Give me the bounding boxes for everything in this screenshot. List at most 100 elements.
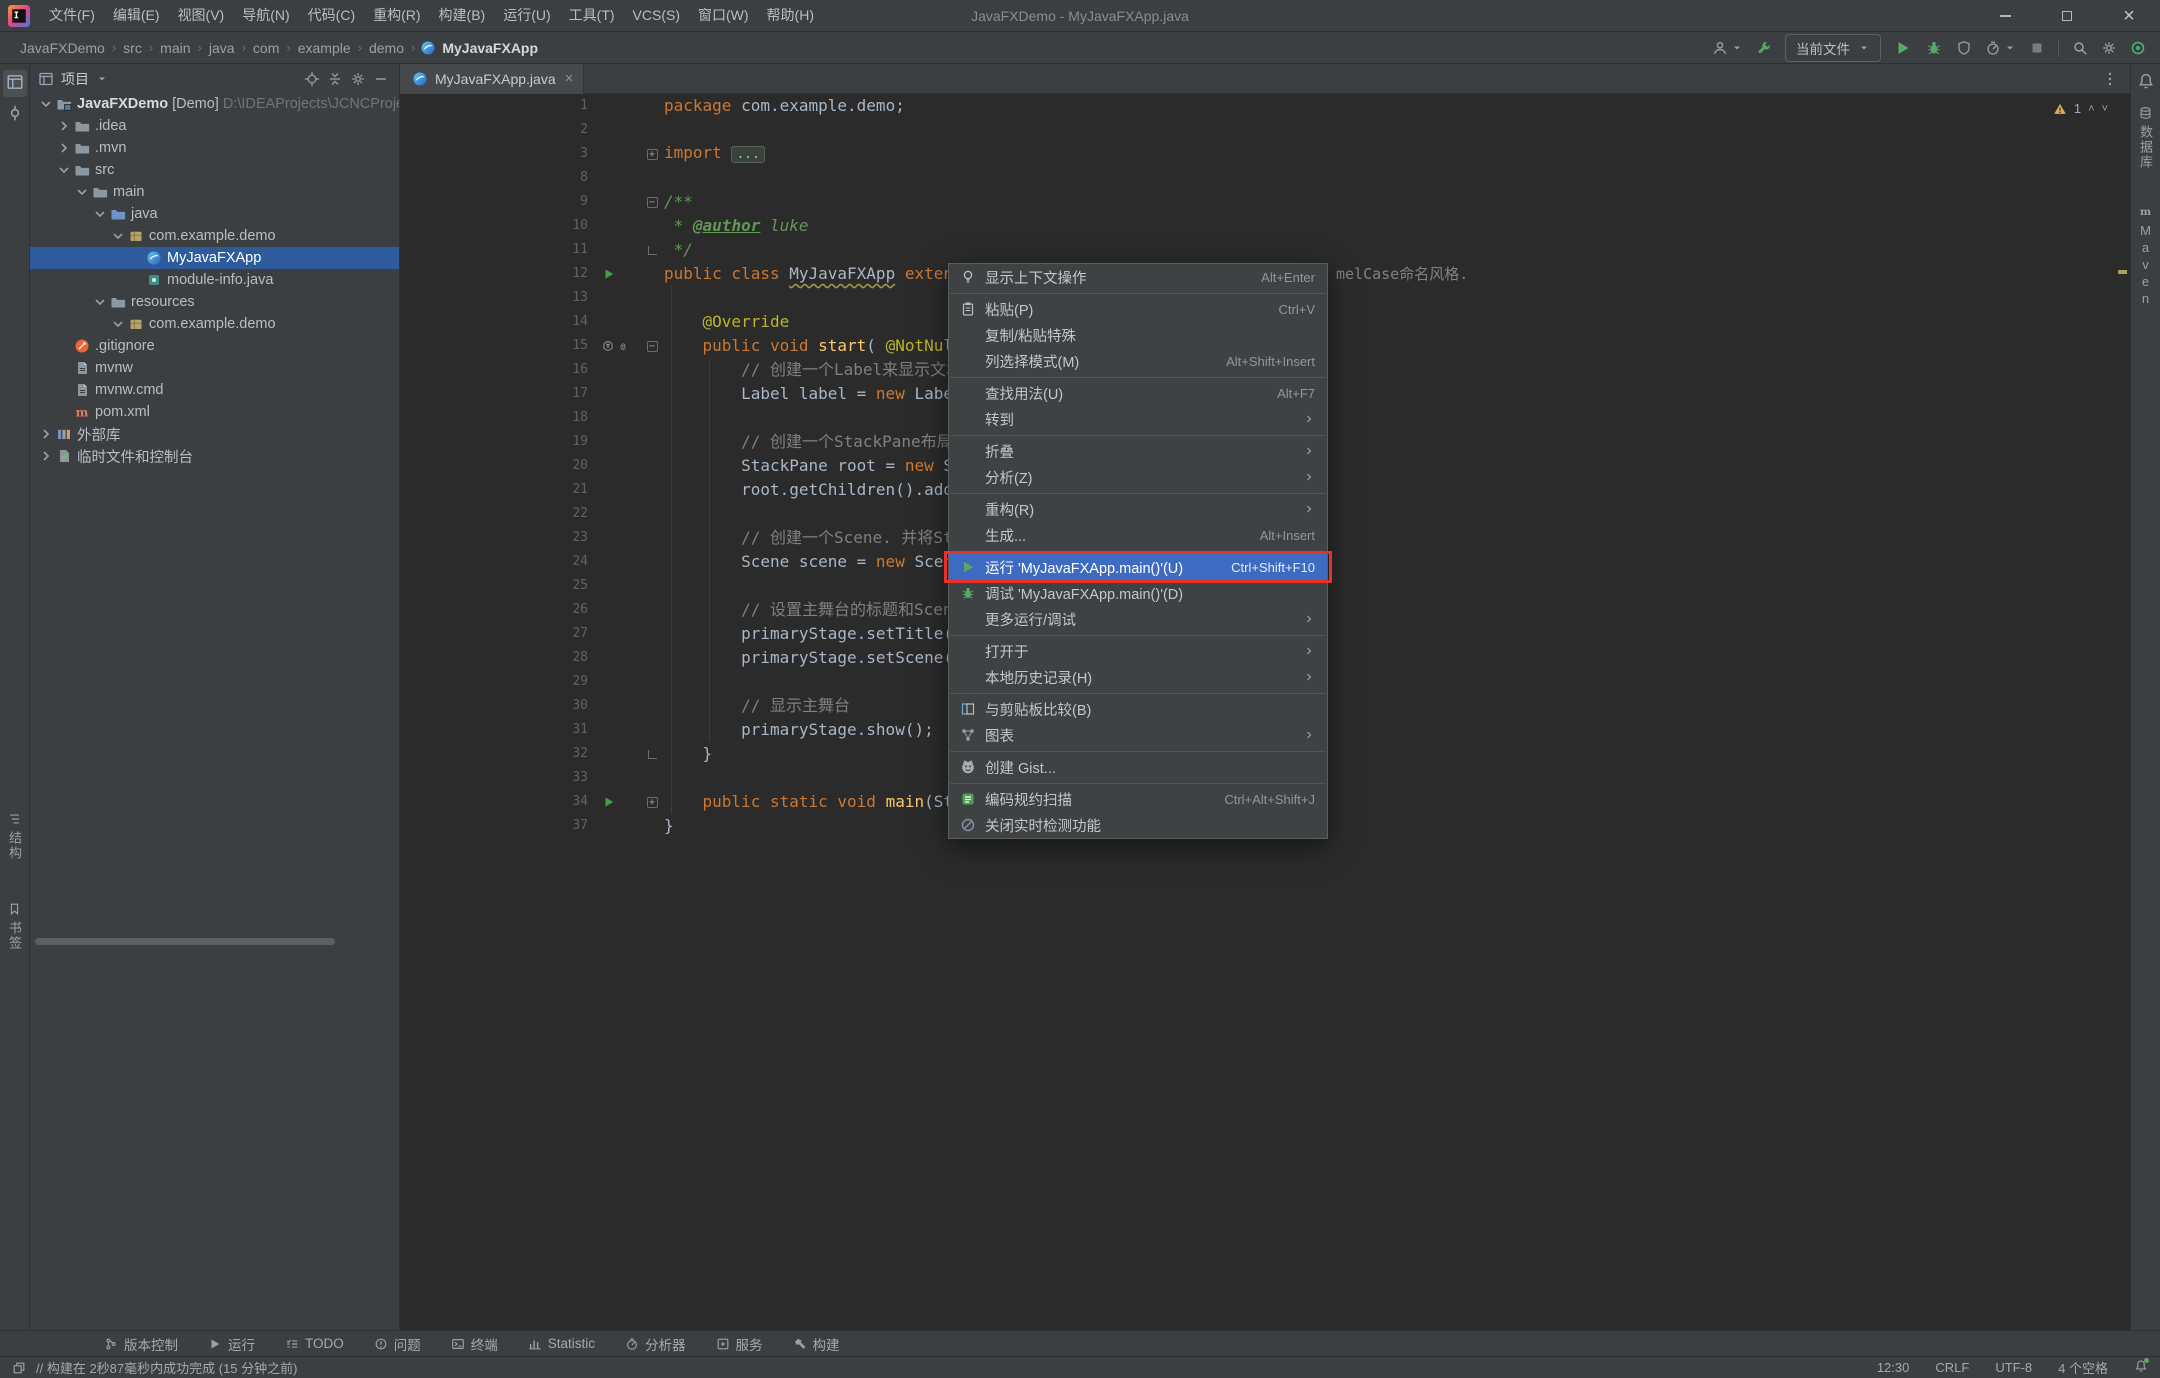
settings-button[interactable] (2101, 40, 2117, 56)
profiler-button[interactable] (1985, 40, 2016, 56)
fold-end-icon[interactable] (648, 750, 657, 759)
tree-row[interactable]: mvnw.cmd (30, 379, 399, 401)
toolwindow-button[interactable]: TODO (285, 1336, 344, 1351)
chevron-down-icon[interactable] (92, 206, 108, 222)
context-menu-item[interactable]: 运行 'MyJavaFXApp.main()'(U)Ctrl+Shift+F10 (949, 554, 1327, 580)
commit-stripe-button[interactable] (6, 104, 24, 125)
chevron-down-icon[interactable] (92, 294, 108, 310)
tree-row[interactable]: .gitignore (30, 335, 399, 357)
wrench-toolbar-button[interactable] (1756, 40, 1772, 56)
breadcrumb-current-file[interactable]: MyJavaFXApp (420, 40, 538, 56)
status-widget[interactable]: 4 个空格 (2058, 1358, 2108, 1377)
caret-down-icon[interactable] (96, 73, 108, 85)
debug-button[interactable] (1925, 39, 1943, 57)
context-menu-item[interactable]: 粘贴(P)Ctrl+V (949, 296, 1327, 322)
tree-row[interactable]: com.example.demo (30, 225, 399, 247)
prev-problem-icon[interactable]: ˄ (2088, 97, 2094, 121)
user-dropdown[interactable] (1712, 40, 1743, 56)
fold-marker-icon[interactable]: − (647, 341, 658, 352)
menubar-item[interactable]: 工具(T) (560, 0, 624, 31)
chevron-right-icon[interactable] (56, 118, 72, 134)
notifications-bell-icon[interactable] (2134, 1359, 2148, 1376)
menubar-item[interactable]: 导航(N) (233, 0, 298, 31)
tree-row[interactable]: main (30, 181, 399, 203)
context-menu-item[interactable]: 编码规约扫描Ctrl+Alt+Shift+J (949, 786, 1327, 812)
run-gutter-icon[interactable] (602, 267, 616, 281)
context-menu-item[interactable]: 分析(Z) (949, 464, 1327, 490)
chevron-right-icon[interactable] (38, 448, 54, 464)
search-everywhere-button[interactable] (2072, 40, 2088, 56)
context-menu-item[interactable]: 关闭实时检测功能 (949, 812, 1327, 838)
context-menu-item[interactable]: 与剪贴板比较(B) (949, 696, 1327, 722)
stripe-button-Maven[interactable]: mMaven (2138, 204, 2153, 308)
coverage-button[interactable] (1956, 40, 1972, 56)
breadcrumb-item[interactable]: main (158, 40, 192, 56)
tree-row[interactable]: .mvn (30, 137, 399, 159)
stripe-button-结构[interactable]: 结构 (5, 812, 24, 861)
context-menu-item[interactable]: 重构(R) (949, 496, 1327, 522)
editor-options-kebab[interactable] (2102, 71, 2118, 87)
chevron-right-icon[interactable] (56, 140, 72, 156)
status-widget[interactable]: UTF-8 (1995, 1360, 2032, 1375)
menubar-item[interactable]: 帮助(H) (758, 0, 823, 31)
code-with-me-button[interactable] (2130, 40, 2146, 56)
locate-file-button[interactable] (304, 71, 320, 87)
context-menu-item[interactable]: 图表 (949, 722, 1327, 748)
chevron-down-icon[interactable] (110, 316, 126, 332)
menubar-item[interactable]: 代码(C) (299, 0, 364, 31)
context-menu-item[interactable]: 复制/粘贴特殊 (949, 322, 1327, 348)
context-menu-item[interactable]: 生成...Alt+Insert (949, 522, 1327, 548)
tree-row[interactable]: com.example.demo (30, 313, 399, 335)
toolwindow-button[interactable]: 运行 (208, 1334, 255, 1354)
run-button[interactable] (1894, 39, 1912, 57)
tree-row[interactable]: module-info.java (30, 269, 399, 291)
breadcrumb-item[interactable]: java (207, 40, 237, 56)
override-marker-icon[interactable] (602, 340, 614, 352)
chevron-down-icon[interactable] (56, 162, 72, 178)
menubar-item[interactable]: 运行(U) (494, 0, 559, 31)
fold-marker-icon[interactable]: + (647, 797, 658, 808)
stop-button[interactable] (2029, 40, 2045, 56)
context-menu-item[interactable]: 折叠 (949, 438, 1327, 464)
tree-row[interactable]: src (30, 159, 399, 181)
toolwindow-button[interactable]: 分析器 (625, 1334, 686, 1354)
breadcrumb-item[interactable]: demo (367, 40, 406, 56)
hide-panel-button[interactable] (373, 71, 389, 87)
tree-row[interactable]: mvnw (30, 357, 399, 379)
toolwindow-button[interactable]: 版本控制 (104, 1334, 178, 1354)
tree-row[interactable]: .idea (30, 115, 399, 137)
menubar-item[interactable]: 构建(B) (430, 0, 495, 31)
run-config-combo[interactable]: 当前文件 (1785, 34, 1881, 62)
tree-row[interactable]: resources (30, 291, 399, 313)
tree-row[interactable]: MyJavaFXApp (30, 247, 399, 269)
project-horizontal-scrollbar[interactable] (35, 938, 335, 945)
close-button[interactable]: × (2098, 0, 2160, 31)
breadcrumb-item[interactable]: src (121, 40, 144, 56)
toolwindow-button[interactable]: 终端 (451, 1334, 498, 1354)
toolwindow-button[interactable]: Statistic (528, 1336, 595, 1351)
editor-tab[interactable]: MyJavaFXApp.java × (400, 64, 584, 94)
tab-close-icon[interactable]: × (563, 71, 574, 86)
context-menu-item[interactable]: 创建 Gist... (949, 754, 1327, 780)
breadcrumb-item[interactable]: example (296, 40, 353, 56)
collapse-all-button[interactable] (327, 71, 343, 87)
tool-window-toggle-icon[interactable] (12, 1361, 26, 1375)
next-problem-icon[interactable]: ˅ (2102, 97, 2108, 121)
context-menu-item[interactable]: 转到 (949, 406, 1327, 432)
run-gutter-icon[interactable] (602, 795, 616, 809)
context-menu-item[interactable]: 列选择模式(M)Alt+Shift+Insert (949, 348, 1327, 374)
fold-marker-icon[interactable]: − (647, 197, 658, 208)
menubar-item[interactable]: 编辑(E) (104, 0, 169, 31)
status-widget[interactable]: CRLF (1935, 1360, 1969, 1375)
stripe-button-数据库[interactable]: 数据库 (2136, 106, 2155, 170)
menubar-item[interactable]: 窗口(W) (689, 0, 758, 31)
menubar-item[interactable]: VCS(S) (624, 0, 689, 31)
context-menu-item[interactable]: 本地历史记录(H) (949, 664, 1327, 690)
tree-row[interactable]: mpom.xml (30, 401, 399, 423)
context-menu-item[interactable]: 显示上下文操作Alt+Enter (949, 264, 1327, 290)
toolwindow-button[interactable]: 问题 (374, 1334, 421, 1354)
inspection-warnings-widget[interactable]: 1 ˄ ˅ (2053, 97, 2108, 121)
toolwindow-button[interactable]: 构建 (793, 1334, 840, 1354)
fold-end-icon[interactable] (648, 246, 657, 255)
context-menu-item[interactable]: 更多运行/调试 (949, 606, 1327, 632)
